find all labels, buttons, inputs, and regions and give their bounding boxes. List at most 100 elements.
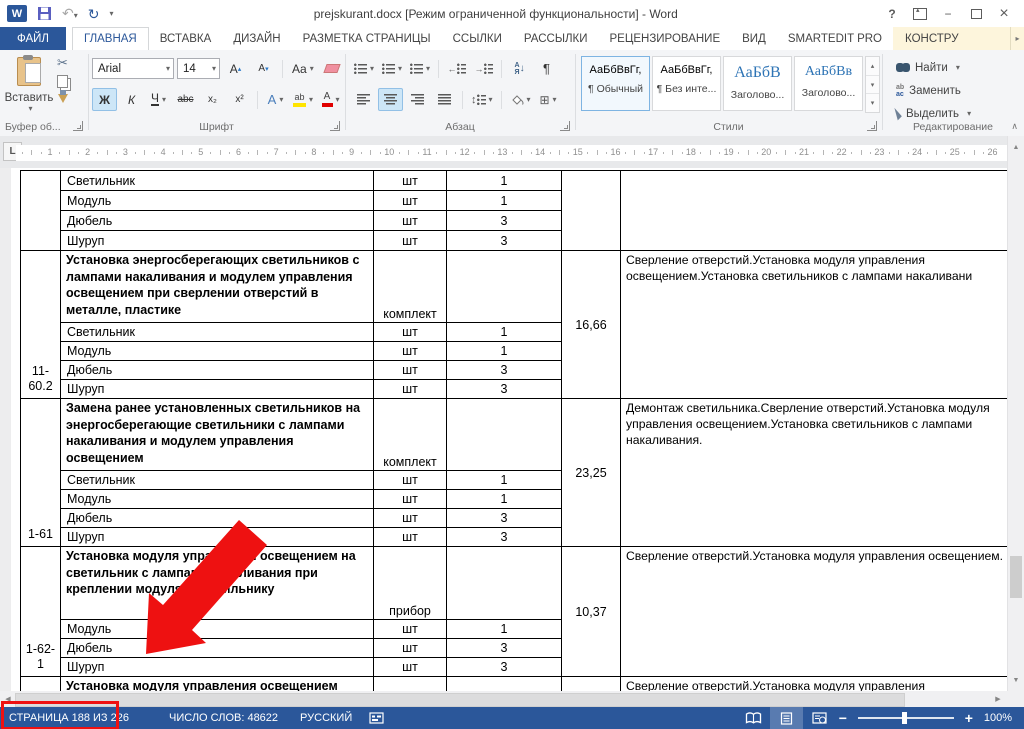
style-card-heading2[interactable]: АаБбВв Заголово... (794, 56, 863, 111)
align-left-button[interactable] (351, 88, 376, 111)
component-name-cell[interactable]: Шуруп (60, 657, 374, 677)
tab-home[interactable]: ГЛАВНАЯ (71, 27, 149, 50)
item-unit-cell[interactable]: комплект (373, 250, 447, 323)
horizontal-ruler[interactable]: 1 2 3 4 5 6 7 8 9 10 11 12 13 14 15 16 17 18 19 20 21 22 23 24 2… (16, 145, 1007, 161)
superscript-button[interactable]: x² (227, 88, 252, 111)
tab-insert[interactable]: ВСТАВКА (149, 27, 223, 50)
component-qty-cell[interactable]: 3 (446, 508, 562, 528)
highlight-color-button[interactable]: ab ▾ (290, 88, 316, 111)
component-name-cell[interactable]: Шуруп (60, 230, 374, 251)
word-count[interactable]: ЧИСЛО СЛОВ: 48622 (160, 712, 287, 724)
component-qty-cell[interactable]: 1 (446, 341, 562, 361)
align-right-button[interactable] (405, 88, 430, 111)
read-mode-button[interactable] (737, 707, 770, 729)
document-page[interactable]: Светильник шт 1 Модуль шт 1 Дюбель шт 3 Шуруп шт 3 1… (0, 168, 1024, 691)
item-qty-cell[interactable] (446, 546, 562, 620)
multilevel-list-button[interactable]: ▾ (407, 57, 433, 80)
tab-review[interactable]: РЕЦЕНЗИРОВАНИЕ (599, 27, 732, 50)
close-button[interactable]: × (990, 4, 1018, 24)
vertical-scrollbar[interactable]: ▲ ▼ (1007, 136, 1024, 691)
component-name-cell[interactable]: Светильник (60, 322, 374, 342)
work-description-cell[interactable]: Сверление отверстий.Установка модуля упр… (620, 250, 1008, 399)
component-unit-cell[interactable]: шт (373, 619, 447, 639)
zoom-slider-thumb[interactable] (901, 712, 907, 724)
component-unit-cell[interactable]: шт (373, 170, 447, 191)
sort-button[interactable]: А Я ↓ (507, 57, 532, 80)
component-qty-cell[interactable]: 3 (446, 360, 562, 380)
clear-formatting-button[interactable] (320, 57, 345, 80)
component-name-cell[interactable]: Модуль (60, 190, 374, 211)
item-description-cell[interactable]: Замена ранее установленных светильников … (60, 398, 374, 471)
item-code-cell[interactable] (20, 170, 61, 251)
tab-design[interactable]: ДИЗАЙН (222, 27, 291, 50)
font-color-button[interactable]: А ▾ (318, 88, 343, 111)
justify-button[interactable] (432, 88, 457, 111)
style-card-heading1[interactable]: АаБбВ Заголово... (723, 56, 792, 111)
change-case-button[interactable]: Aa ▾ (289, 57, 317, 80)
line-spacing-button[interactable]: ↕ ▾ (468, 88, 496, 111)
strikethrough-button[interactable]: abc (173, 88, 198, 111)
print-layout-button[interactable] (769, 707, 803, 729)
restore-button[interactable] (962, 4, 990, 24)
component-unit-cell[interactable]: шт (373, 190, 447, 211)
scroll-up-button[interactable]: ▲ (1008, 139, 1024, 155)
component-qty-cell[interactable]: 1 (446, 322, 562, 342)
subscript-button[interactable]: x₂ (200, 88, 225, 111)
decrease-indent-button[interactable]: ← (444, 57, 469, 80)
work-description-cell[interactable] (620, 170, 1008, 251)
bullets-button[interactable]: ▾ (351, 57, 377, 80)
paragraph-dialog-launcher[interactable] (560, 121, 570, 131)
component-unit-cell[interactable]: шт (373, 657, 447, 677)
word-logo-icon[interactable]: W (7, 5, 27, 22)
component-name-cell[interactable]: Светильник (60, 470, 374, 490)
item-unit-cell[interactable]: комплект (373, 398, 447, 471)
item-price-cell[interactable]: 10,37 (561, 546, 621, 677)
zoom-slider[interactable] (857, 712, 954, 724)
styles-dialog-launcher[interactable] (867, 121, 877, 131)
increase-indent-button[interactable]: → (471, 57, 496, 80)
ribbon-display-options-button[interactable] (906, 4, 934, 24)
styles-scroll-down-button[interactable]: ▾ (866, 76, 879, 95)
component-name-cell[interactable]: Дюбель (60, 360, 374, 380)
work-description-cell[interactable]: Сверление отверстий.Установка модуля упр… (620, 676, 1008, 691)
component-name-cell[interactable]: Модуль (60, 341, 374, 361)
zoom-level[interactable]: 100% (976, 712, 1024, 724)
grow-font-button[interactable]: А ▴ (223, 57, 248, 80)
redo-icon[interactable]: ↻ (88, 7, 100, 21)
font-name-combo[interactable]: Arial ▾ (92, 58, 174, 79)
clipboard-dialog-launcher[interactable] (73, 121, 83, 131)
component-qty-cell[interactable]: 3 (446, 657, 562, 677)
tab-overflow-button[interactable]: ▸ (1010, 27, 1024, 50)
component-qty-cell[interactable]: 1 (446, 619, 562, 639)
proofing-status-icon[interactable] (369, 712, 384, 724)
show-formatting-marks-button[interactable]: ¶ (534, 57, 559, 80)
component-name-cell[interactable]: Шуруп (60, 527, 374, 547)
item-unit-cell[interactable]: прибор (373, 546, 447, 620)
component-qty-cell[interactable]: 3 (446, 379, 562, 399)
scroll-down-button[interactable]: ▼ (1008, 672, 1024, 688)
scroll-left-button[interactable]: ◀ (0, 691, 16, 707)
cut-icon[interactable]: ✂ (57, 56, 68, 69)
copy-icon[interactable] (57, 75, 68, 88)
component-name-cell[interactable]: Модуль (60, 489, 374, 509)
page-indicator[interactable]: СТРАНИЦА 188 ИЗ 226 (0, 712, 138, 724)
item-qty-cell[interactable] (446, 676, 562, 691)
paste-button[interactable]: Вставить ▾ (5, 55, 53, 125)
item-description-cell[interactable]: Установка модуля управления освещением (60, 676, 374, 691)
align-center-button[interactable] (378, 88, 403, 111)
zoom-in-button[interactable]: + (962, 710, 976, 726)
web-layout-button[interactable] (803, 707, 836, 729)
component-unit-cell[interactable]: шт (373, 470, 447, 490)
tab-page-layout[interactable]: РАЗМЕТКА СТРАНИЦЫ (292, 27, 442, 50)
item-price-cell[interactable] (561, 170, 621, 251)
item-code-cell[interactable]: 1-62-1 (20, 546, 61, 677)
format-painter-icon[interactable] (57, 90, 68, 103)
shrink-font-button[interactable]: А ▾ (251, 57, 276, 80)
font-dialog-launcher[interactable] (330, 121, 340, 131)
item-code-cell[interactable]: 11-60.2 (20, 250, 61, 399)
style-card-no-spacing[interactable]: АаБбВвГг, ¶ Без инте... (652, 56, 721, 111)
minimize-button[interactable]: − (934, 4, 962, 24)
component-qty-cell[interactable]: 3 (446, 638, 562, 658)
item-description-cell[interactable]: Установка энергосберегающих светильников… (60, 250, 374, 323)
style-card-normal[interactable]: АаБбВвГг, ¶ Обычный (581, 56, 650, 111)
